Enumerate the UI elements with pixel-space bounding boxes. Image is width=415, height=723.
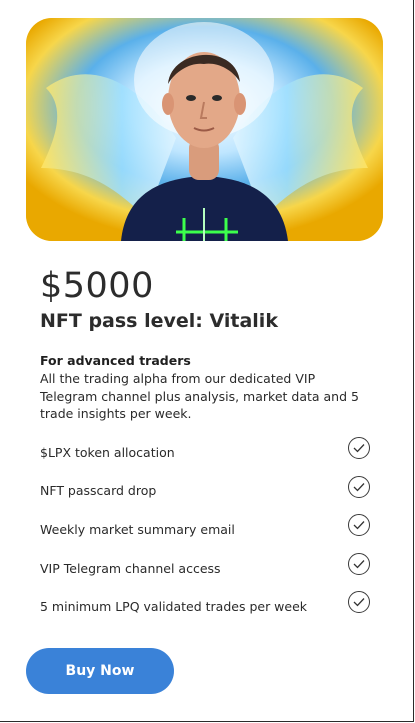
feature-item: $LPX token allocation: [40, 433, 370, 472]
pricing-card: $5000 NFT pass level: Vitalik For advanc…: [0, 0, 414, 722]
feature-label: NFT passcard drop: [40, 483, 157, 499]
feature-item: 5 minimum LPQ validated trades per week: [40, 587, 370, 626]
feature-item: VIP Telegram channel access: [40, 549, 370, 588]
feature-item: Weekly market summary email: [40, 510, 370, 549]
plan-title: NFT pass level: Vitalik: [40, 310, 278, 332]
feature-label: Weekly market summary email: [40, 521, 235, 537]
price-label: $5000: [40, 266, 154, 306]
feature-list: $LPX token allocation NFT passcard drop …: [40, 433, 370, 626]
check-circle-icon: [348, 514, 370, 537]
buy-now-button[interactable]: Buy Now: [26, 648, 174, 694]
feature-item: NFT passcard drop: [40, 472, 370, 511]
hero-portrait-image: [26, 18, 383, 241]
plan-description: All the trading alpha from our dedicated…: [40, 371, 359, 421]
plan-subtitle: For advanced traders: [40, 353, 191, 368]
feature-label: $LPX token allocation: [40, 444, 175, 460]
check-circle-icon: [348, 475, 370, 498]
check-circle-icon: [348, 437, 370, 459]
check-circle-icon: [348, 591, 370, 614]
feature-label: VIP Telegram channel access: [40, 560, 221, 576]
feature-label: 5 minimum LPQ validated trades per week: [40, 599, 308, 615]
check-circle-icon: [348, 552, 370, 575]
